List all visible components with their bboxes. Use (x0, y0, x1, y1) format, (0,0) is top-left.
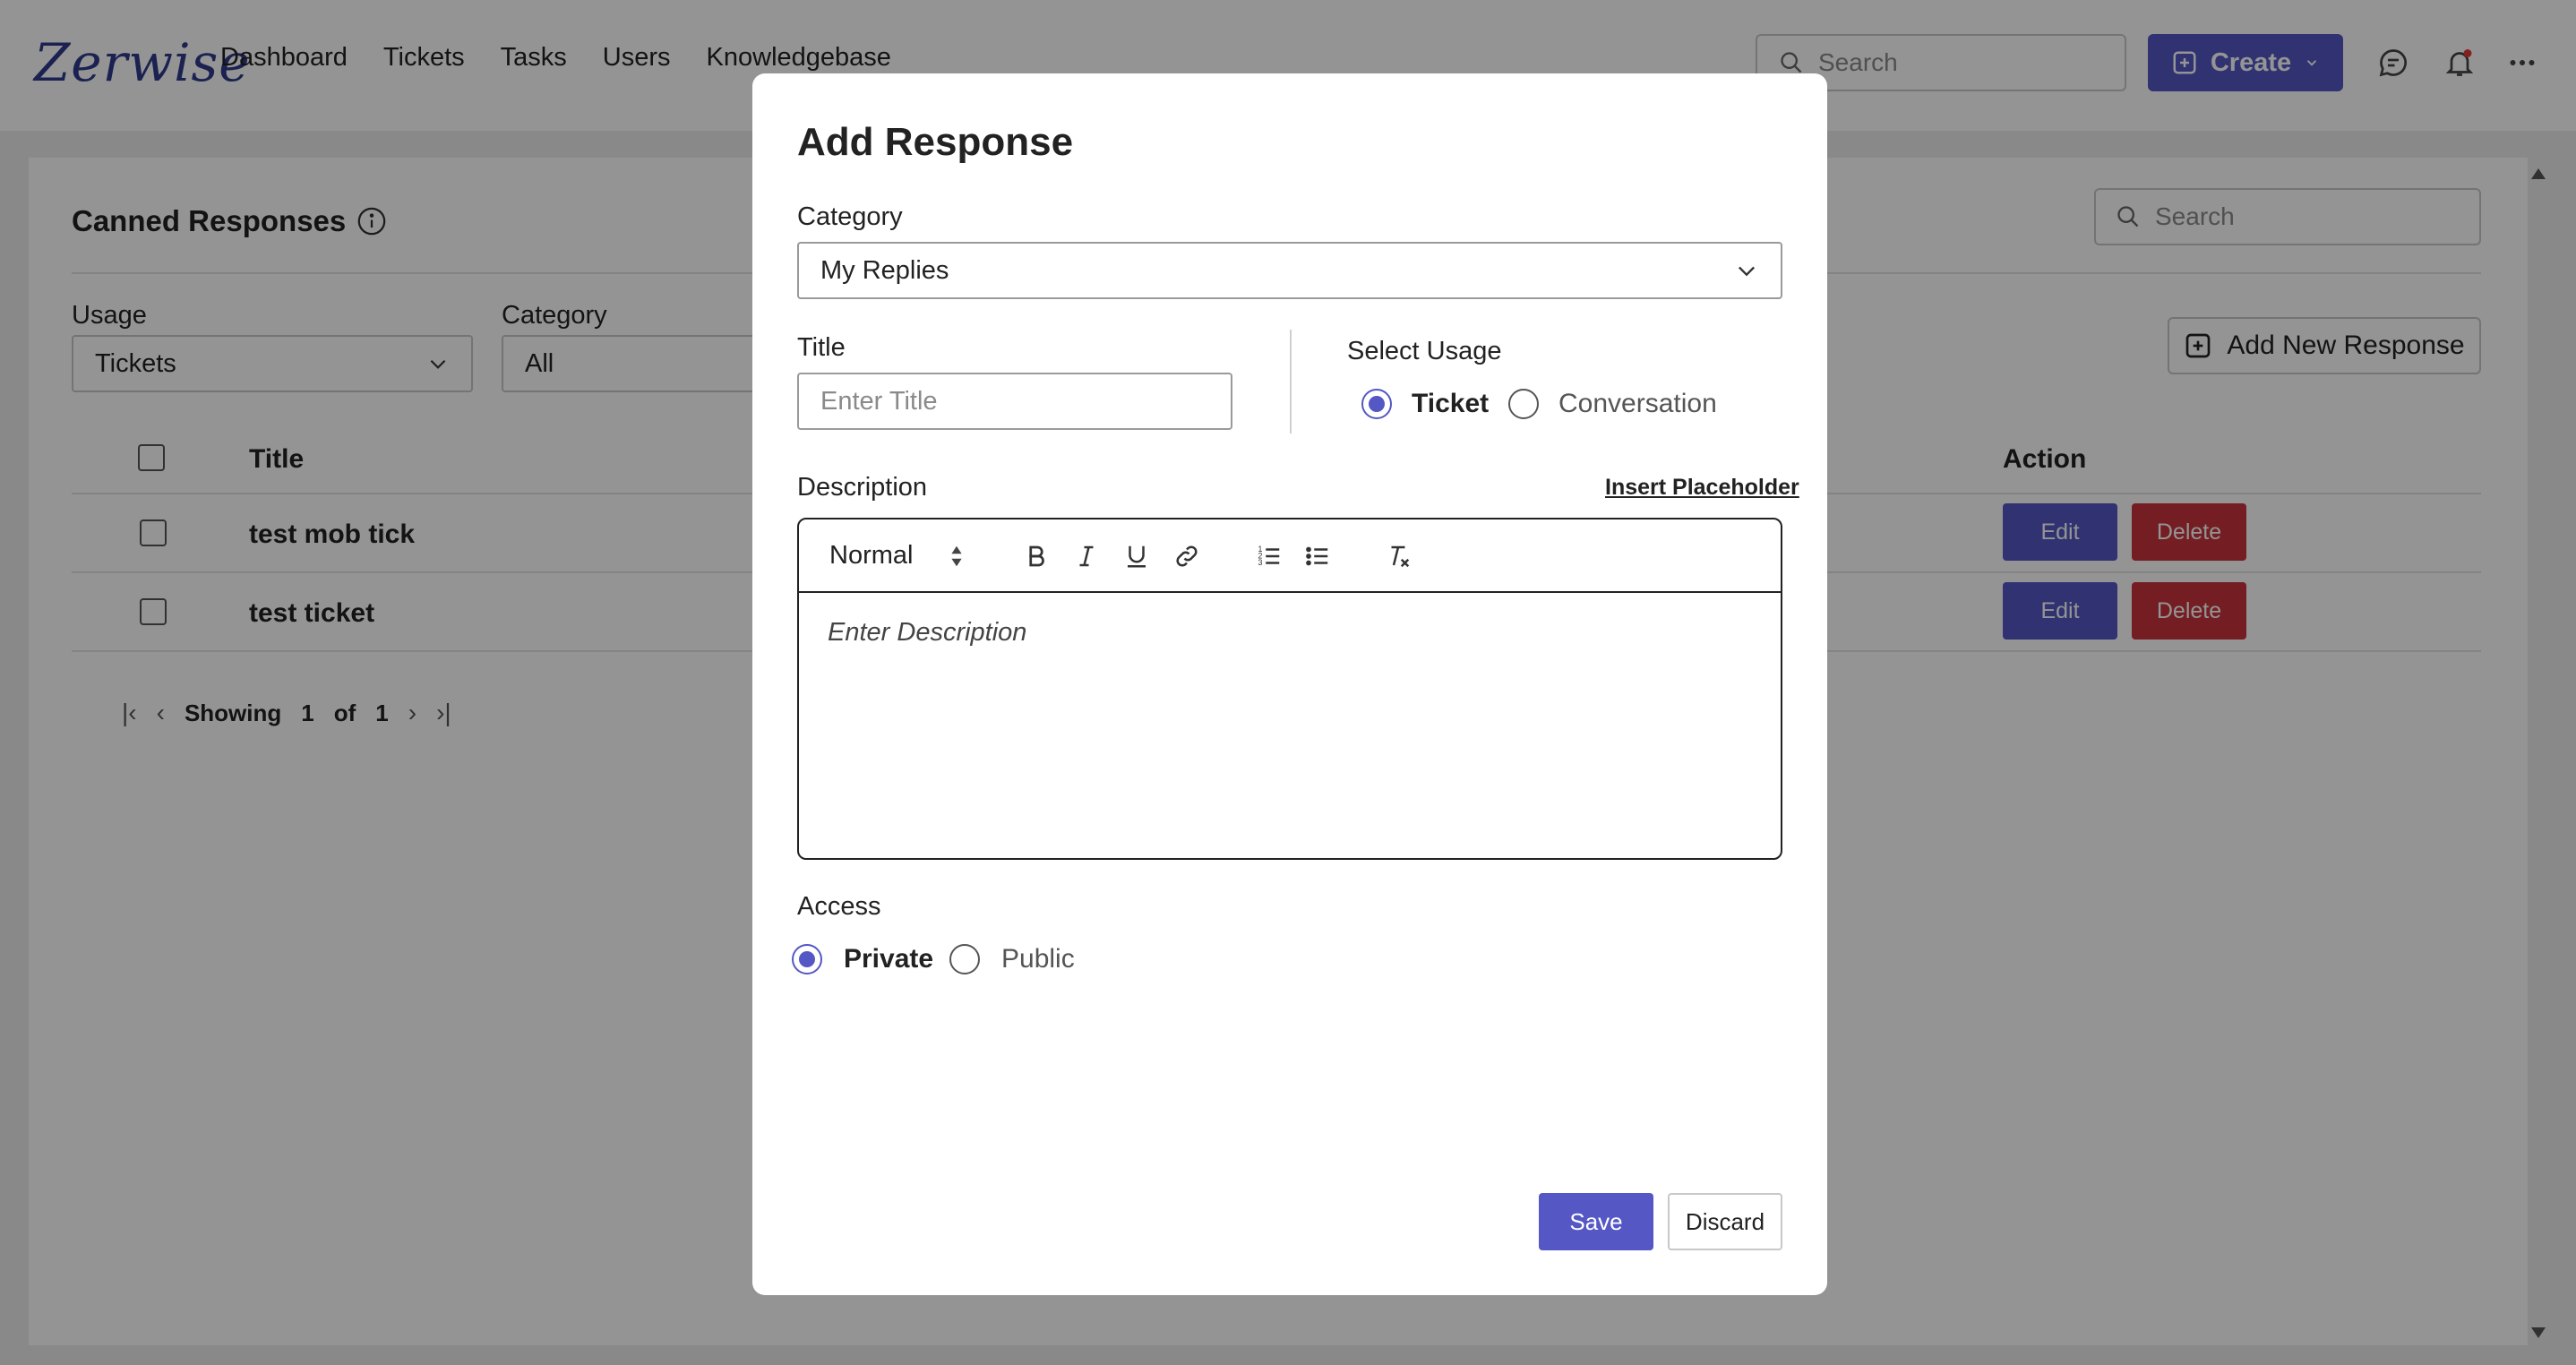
access-public-radio[interactable] (949, 944, 980, 974)
save-button[interactable]: Save (1539, 1193, 1653, 1250)
access-private-radio[interactable] (792, 944, 822, 974)
modal-category-label: Category (797, 202, 903, 231)
modal-category-value: My Replies (820, 255, 949, 285)
bullet-list-icon[interactable] (1301, 539, 1335, 573)
modal-category-select[interactable]: My Replies (797, 242, 1782, 299)
access-public-label[interactable]: Public (1001, 944, 1075, 974)
description-editor[interactable]: Normal 123 Enter Description (797, 518, 1782, 860)
field-divider (1290, 330, 1292, 434)
clear-formatting-icon[interactable] (1381, 539, 1415, 573)
format-select[interactable]: Normal (829, 541, 965, 571)
usage-ticket-radio[interactable] (1361, 389, 1392, 419)
description-label: Description (797, 473, 928, 502)
modal-title-label: Title (797, 333, 846, 362)
editor-toolbar: Normal 123 (799, 519, 1781, 593)
link-icon[interactable] (1170, 539, 1204, 573)
usage-conversation-label[interactable]: Conversation (1558, 389, 1717, 419)
access-private-label[interactable]: Private (844, 944, 933, 974)
sort-arrows-icon (951, 545, 963, 566)
usage-conversation-radio[interactable] (1508, 389, 1539, 419)
underline-icon[interactable] (1120, 539, 1154, 573)
title-input[interactable] (797, 373, 1232, 430)
insert-placeholder-link[interactable]: Insert Placeholder (1605, 475, 1799, 501)
add-response-modal: Add Response Category My Replies Title S… (752, 73, 1827, 1295)
access-label: Access (797, 892, 881, 921)
select-usage-label: Select Usage (1347, 337, 1502, 365)
svg-text:3: 3 (1258, 558, 1263, 567)
format-select-value: Normal (829, 541, 914, 570)
bold-icon[interactable] (1019, 539, 1053, 573)
italic-icon[interactable] (1069, 539, 1103, 573)
usage-ticket-label[interactable]: Ticket (1412, 389, 1489, 419)
ordered-list-icon[interactable]: 123 (1252, 539, 1286, 573)
modal-title: Add Response (797, 120, 1074, 164)
discard-button[interactable]: Discard (1668, 1193, 1782, 1250)
chevron-down-icon (1739, 266, 1755, 277)
description-placeholder: Enter Description (828, 618, 1027, 647)
